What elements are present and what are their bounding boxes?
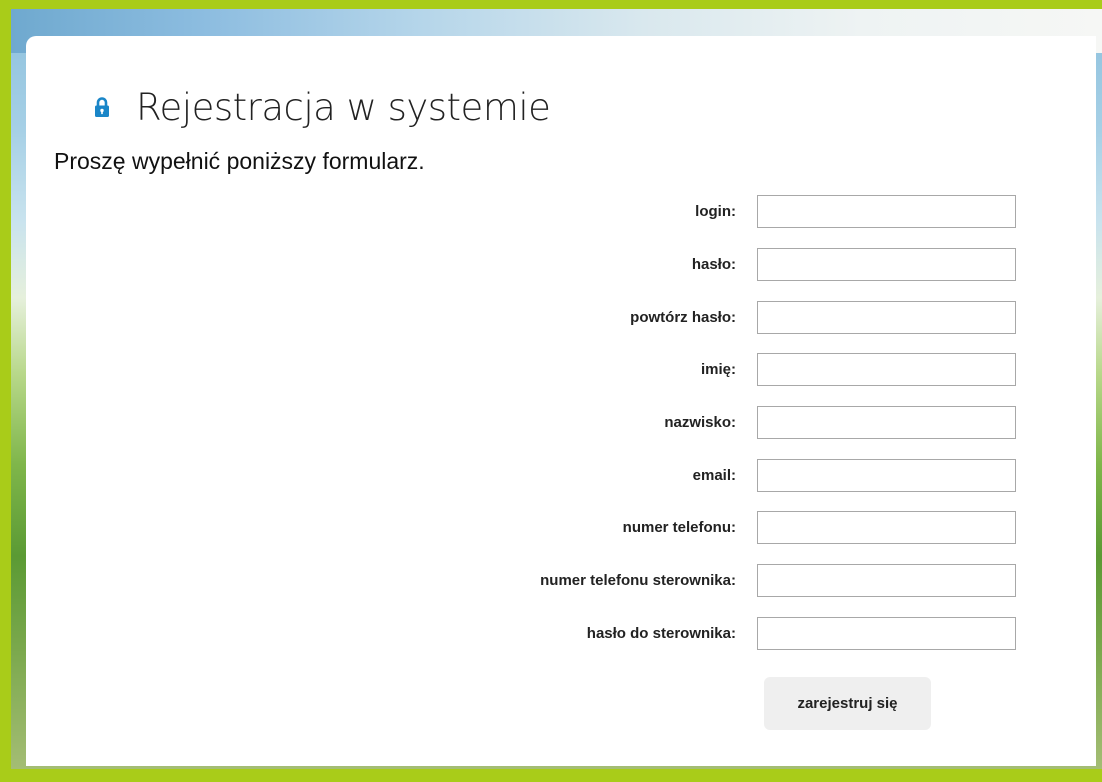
register-button[interactable]: zarejestruj się bbox=[764, 677, 931, 730]
page-heading: Rejestracja w systemie bbox=[56, 82, 551, 132]
lock-icon bbox=[95, 97, 109, 117]
repeat-password-input[interactable] bbox=[757, 301, 1016, 334]
password-input[interactable] bbox=[757, 248, 1016, 281]
repeat-password-label: powtórz hasło: bbox=[630, 309, 736, 326]
registration-panel bbox=[26, 36, 1096, 766]
phone-label: numer telefonu: bbox=[622, 519, 736, 536]
form-row-phone: numer telefonu: bbox=[380, 511, 1020, 545]
phone-input[interactable] bbox=[757, 511, 1016, 544]
first-name-label: imię: bbox=[700, 361, 736, 378]
password-label: hasło: bbox=[691, 256, 736, 273]
form-row-login: login: bbox=[380, 195, 1020, 229]
page-title: Rejestracja w systemie bbox=[136, 85, 551, 129]
form-row-email: email: bbox=[380, 459, 1020, 493]
controller-password-label: hasło do sterownika: bbox=[586, 625, 736, 642]
last-name-label: nazwisko: bbox=[664, 414, 736, 431]
controller-phone-label: numer telefonu sterownika: bbox=[540, 572, 736, 589]
email-input[interactable] bbox=[757, 459, 1016, 492]
form-instructions: Proszę wypełnić poniższy formularz. bbox=[54, 148, 425, 174]
controller-phone-input[interactable] bbox=[757, 564, 1016, 597]
controller-password-input[interactable] bbox=[757, 617, 1016, 650]
last-name-input[interactable] bbox=[757, 406, 1016, 439]
login-label: login: bbox=[695, 203, 736, 220]
login-input[interactable] bbox=[757, 195, 1016, 228]
first-name-input[interactable] bbox=[757, 353, 1016, 386]
form-row-last-name: nazwisko: bbox=[380, 406, 1020, 440]
email-label: email: bbox=[692, 467, 736, 484]
form-row-controller-phone: numer telefonu sterownika: bbox=[380, 564, 1020, 598]
form-row-repeat-password: powtórz hasło: bbox=[380, 301, 1020, 335]
form-row-first-name: imię: bbox=[380, 353, 1020, 387]
form-row-controller-password: hasło do sterownika: bbox=[380, 617, 1020, 651]
form-row-password: hasło: bbox=[380, 248, 1020, 282]
